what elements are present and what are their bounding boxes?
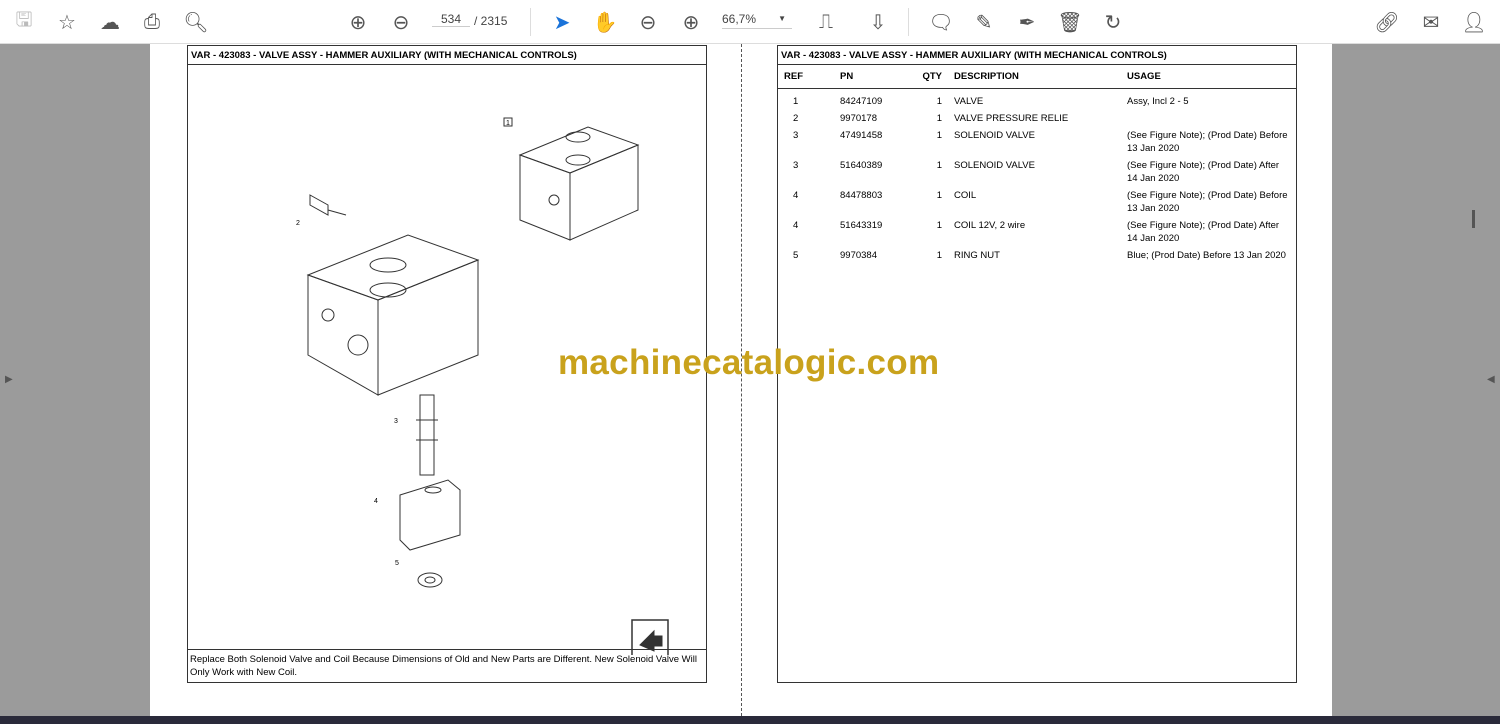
divider <box>530 8 531 36</box>
chevron-down-icon: ▼ <box>778 14 786 23</box>
table-row: 4 51643319 1 COIL 12V, 2 wire (See Figure No… <box>778 217 1296 247</box>
header-ref: REF <box>778 65 834 89</box>
ref-cell: 4 <box>793 220 799 231</box>
zoom-select[interactable]: 66,7% ▼ <box>722 12 792 29</box>
zoom-in-icon[interactable]: ⊕ <box>677 8 705 36</box>
svg-text:4: 4 <box>374 498 378 505</box>
pn-cell: 51640389 <box>840 160 883 171</box>
qty-cell: 1 <box>936 96 942 107</box>
ref-cell: 3 <box>793 160 799 171</box>
figure-note: Replace Both Solenoid Valve and Coil Bec… <box>188 649 706 682</box>
pn-cell: 51643319 <box>840 220 883 231</box>
delete-icon[interactable]: 🗑︎ <box>1056 8 1084 36</box>
qty-cell: 1 <box>936 220 942 231</box>
toolbar: 🖫 ☆ ☁ ⎙ 🔍︎ ⊕ ⊖ / 2315 ➤ ✋ ⊖ ⊕ 66,7% ▼ ⎍ ⇩… <box>0 0 1500 44</box>
valve-block <box>306 234 480 396</box>
rotate-icon[interactable]: ↻ <box>1099 8 1127 36</box>
usage-cell: (See Figure Note); (Prod Date) Before 13… <box>1127 130 1288 154</box>
ref-cell: 2 <box>793 113 799 124</box>
pn-cell: 47491458 <box>840 130 883 141</box>
valve-small <box>518 126 640 241</box>
qty-cell: 1 <box>936 113 942 124</box>
select-cursor-icon[interactable]: ➤ <box>548 8 576 36</box>
search-icon[interactable]: 🔍︎ <box>182 8 210 36</box>
comment-icon[interactable]: 🗨︎ <box>927 8 955 36</box>
upload-icon[interactable]: ☁ <box>96 8 124 36</box>
description-cell: VALVE PRESSURE RELIE <box>954 113 1069 124</box>
header-pn: PN <box>834 65 898 89</box>
hand-icon[interactable]: ✋ <box>591 8 619 36</box>
page-total: / 2315 <box>474 14 508 28</box>
description-cell: COIL <box>954 190 977 201</box>
description-cell: SOLENOID VALVE <box>954 160 1035 171</box>
usage-cell: (See Figure Note); (Prod Date) After 14 … <box>1127 220 1280 244</box>
watermark: machinecatalogic.com <box>558 343 940 382</box>
page-down-icon[interactable]: ⊖ <box>387 8 415 36</box>
ref-cell: 3 <box>793 130 799 141</box>
description-cell: COIL 12V, 2 wire <box>954 220 1026 231</box>
highlight-icon[interactable]: ✎ <box>970 8 998 36</box>
header-description: DESCRIPTION <box>948 65 1121 89</box>
left-panel-toggle-icon[interactable]: ▶ <box>5 374 13 385</box>
pn-cell: 84247109 <box>840 96 883 107</box>
ring-nut <box>417 572 443 588</box>
table-header-row: REF PN QTY DESCRIPTION USAGE <box>778 65 1296 89</box>
svg-text:1: 1 <box>506 120 510 127</box>
figure-title: VAR - 423083 - VALVE ASSY - HAMMER AUXIL… <box>188 46 706 65</box>
usage-cell: Blue; (Prod Date) Before 13 Jan 2020 <box>1127 250 1286 261</box>
svg-text:2: 2 <box>296 220 300 227</box>
star-icon[interactable]: ☆ <box>53 8 81 36</box>
pn-cell: 9970384 <box>840 250 877 261</box>
document-page: VAR - 423083 - VALVE ASSY - HAMMER AUXIL… <box>150 44 1332 716</box>
usage-cell: (See Figure Note); (Prod Date) After 14 … <box>1127 160 1280 184</box>
page-number-input[interactable] <box>432 12 470 27</box>
parts-list-title: VAR - 423083 - VALVE ASSY - HAMMER AUXIL… <box>778 46 1296 65</box>
coil <box>399 479 461 551</box>
zoom-out-icon[interactable]: ⊖ <box>634 8 662 36</box>
taskbar-edge <box>0 716 1500 724</box>
header-usage: USAGE <box>1121 65 1296 89</box>
qty-cell: 1 <box>936 160 942 171</box>
sign-icon[interactable]: ✒ <box>1013 8 1041 36</box>
save-icon[interactable]: 🖫 <box>10 8 38 36</box>
page-up-icon[interactable]: ⊕ <box>344 8 372 36</box>
share-link-icon[interactable]: 🔗︎ <box>1373 8 1401 36</box>
svg-text:5: 5 <box>395 560 399 567</box>
scrollbar-thumb[interactable] <box>1472 210 1475 228</box>
svg-text:3: 3 <box>394 418 398 425</box>
description-cell: SOLENOID VALVE <box>954 130 1035 141</box>
table-row: 3 51640389 1 SOLENOID VALVE (See Figure Note… <box>778 157 1296 187</box>
print-icon[interactable]: ⎙ <box>138 8 166 36</box>
description-cell: RING NUT <box>954 250 1000 261</box>
relief-valve <box>309 194 347 216</box>
header-qty: QTY <box>898 65 948 89</box>
email-icon[interactable]: ✉ <box>1417 8 1445 36</box>
pn-cell: 9970178 <box>840 113 877 124</box>
usage-cell: (See Figure Note); (Prod Date) Before 13… <box>1127 190 1288 214</box>
table-row: 1 84247109 1 VALVE Assy, Incl 2 - 5 <box>778 89 1296 111</box>
ref-cell: 5 <box>793 250 799 261</box>
usage-cell <box>1121 110 1296 127</box>
right-panel-toggle-icon[interactable]: ◀ <box>1487 374 1495 385</box>
qty-cell: 1 <box>936 190 942 201</box>
table-row: 3 47491458 1 SOLENOID VALVE (See Figure Note… <box>778 127 1296 157</box>
table-row: 5 9970384 1 RING NUT Blue; (Prod Date) Befor… <box>778 247 1296 264</box>
table-row: 2 9970178 1 VALVE PRESSURE RELIE <box>778 110 1296 127</box>
description-cell: VALVE <box>954 96 984 107</box>
add-user-icon[interactable]: 👤︎ <box>1460 8 1488 36</box>
solenoid-valve <box>416 394 438 476</box>
table-row: 4 84478803 1 COIL (See Figure Note); (Prod D… <box>778 187 1296 217</box>
scroll-mode-icon[interactable]: ⇩ <box>864 8 892 36</box>
zoom-value: 66,7% <box>722 12 757 26</box>
ref-cell: 1 <box>793 96 799 107</box>
qty-cell: 1 <box>936 250 942 261</box>
usage-cell: Assy, Incl 2 - 5 <box>1127 96 1189 107</box>
fit-page-icon[interactable]: ⎍ <box>812 8 840 36</box>
qty-cell: 1 <box>936 130 942 141</box>
parts-table: REF PN QTY DESCRIPTION USAGE 1 84247109 1 V… <box>778 65 1296 264</box>
divider <box>908 8 909 36</box>
ref-cell: 4 <box>793 190 799 201</box>
pn-cell: 84478803 <box>840 190 883 201</box>
